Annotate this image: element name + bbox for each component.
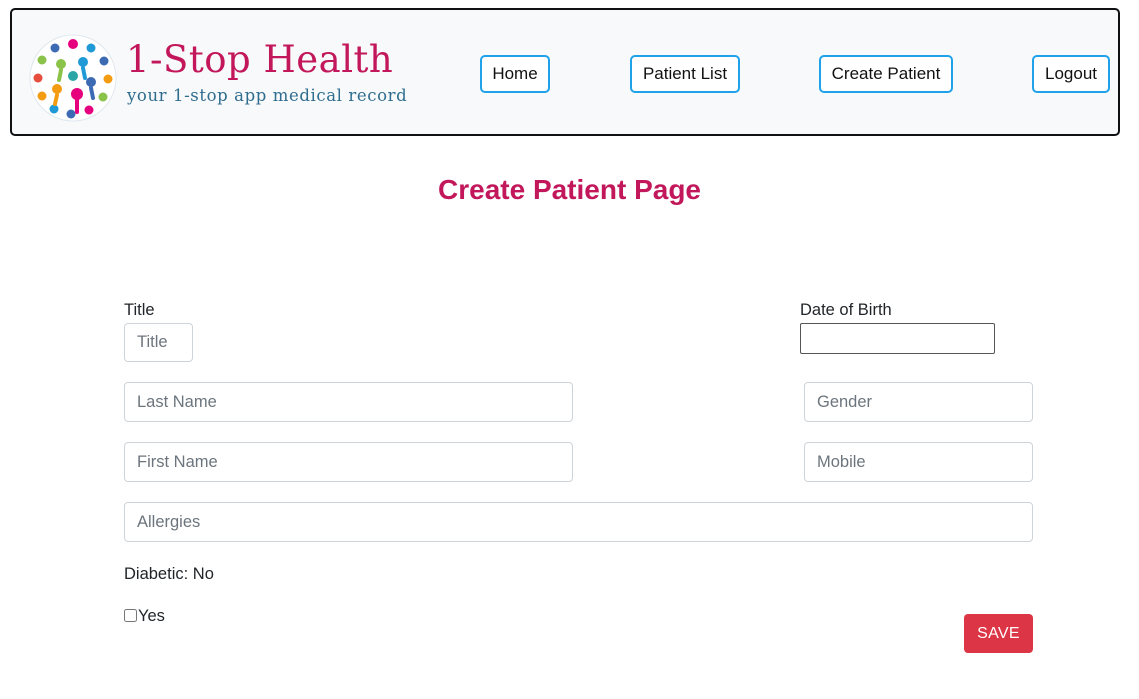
- gender-input[interactable]: [804, 382, 1033, 422]
- dob-label: Date of Birth: [800, 301, 892, 319]
- diabetic-yes-checkbox[interactable]: [124, 609, 137, 622]
- nav-patient-list-button[interactable]: Patient List: [630, 55, 740, 93]
- title-input[interactable]: [124, 323, 193, 362]
- first-name-input[interactable]: [124, 442, 573, 482]
- page-title: Create Patient Page: [438, 174, 701, 205]
- last-name-input[interactable]: [124, 382, 573, 422]
- dob-input[interactable]: [800, 323, 995, 354]
- brand-subtitle: your 1-stop app medical record: [127, 86, 408, 105]
- mobile-input[interactable]: [804, 442, 1033, 482]
- diabetic-yes-label: Yes: [138, 607, 165, 625]
- allergies-input[interactable]: [124, 502, 1033, 542]
- title-label: Title: [124, 301, 155, 319]
- brand-title: 1-Stop Health: [126, 38, 394, 81]
- nav-create-patient-button[interactable]: Create Patient: [819, 55, 953, 93]
- nav-logout-button[interactable]: Logout: [1032, 55, 1110, 93]
- diabetic-status: Diabetic: No: [124, 565, 214, 583]
- nav-home-button[interactable]: Home: [480, 55, 550, 93]
- save-button[interactable]: SAVE: [964, 614, 1033, 653]
- logo-icon: [29, 34, 117, 122]
- app-header: 1-Stop Health your 1-stop app medical re…: [10, 8, 1120, 136]
